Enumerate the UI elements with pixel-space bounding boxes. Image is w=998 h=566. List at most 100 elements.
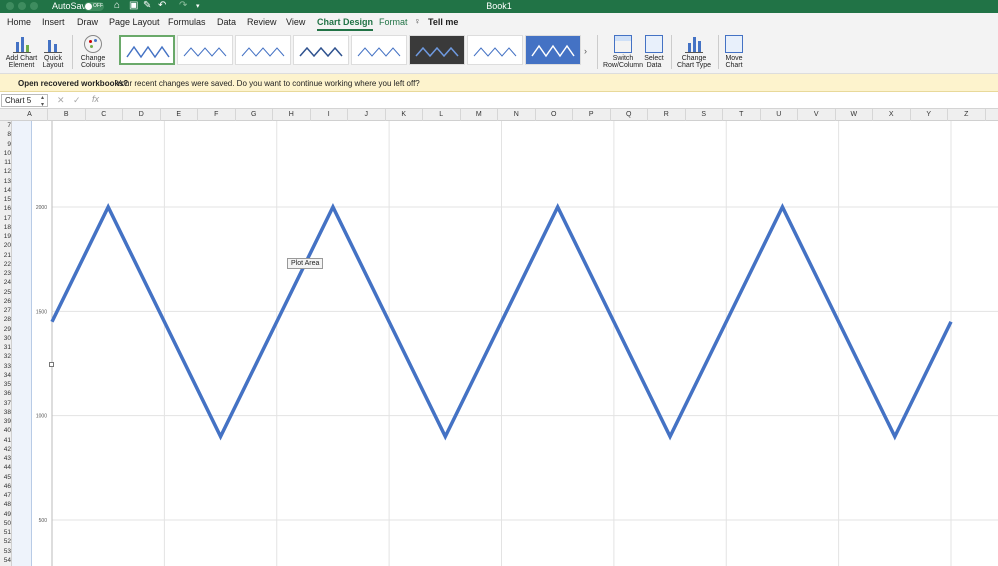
data-point[interactable]	[106, 205, 110, 209]
column-header-g[interactable]: G	[236, 109, 273, 121]
column-header-j[interactable]: J	[348, 109, 386, 121]
chart-style-8[interactable]	[525, 35, 581, 65]
tab-format[interactable]: Format	[379, 17, 408, 27]
row-header-19[interactable]: 19	[0, 232, 12, 241]
column-header-i[interactable]: I	[311, 109, 348, 121]
row-header-54[interactable]: 54	[0, 556, 12, 565]
row-header-12[interactable]: 12	[0, 167, 12, 176]
row-header-32[interactable]: 32	[0, 352, 12, 361]
row-header-31[interactable]: 31	[0, 343, 12, 352]
row-header-41[interactable]: 41	[0, 436, 12, 445]
tab-chart-design[interactable]: Chart Design	[317, 17, 374, 31]
row-header-14[interactable]: 14	[0, 186, 12, 195]
row-header-37[interactable]: 37	[0, 399, 12, 408]
column-header-e[interactable]: E	[161, 109, 198, 121]
cancel-icon[interactable]: ✕	[57, 95, 65, 106]
column-header-b[interactable]: B	[48, 109, 86, 121]
column-header-x[interactable]: X	[873, 109, 911, 121]
name-box-dropdown-icon[interactable]: ▴ ▾	[41, 94, 44, 108]
data-point[interactable]	[780, 205, 784, 209]
data-point[interactable]	[556, 205, 560, 209]
data-point[interactable]	[668, 435, 672, 439]
row-header-22[interactable]: 22	[0, 260, 12, 269]
column-header-a[interactable]: A	[12, 109, 48, 121]
tab-insert[interactable]: Insert	[42, 17, 65, 27]
tab-home[interactable]: Home	[7, 17, 31, 27]
tab-view[interactable]: View	[286, 17, 305, 27]
data-point[interactable]	[331, 205, 335, 209]
add-chart-element-button[interactable]: Add Chart Element	[4, 35, 39, 69]
row-header-21[interactable]: 21	[0, 251, 12, 260]
column-header-n[interactable]: N	[498, 109, 536, 121]
data-point[interactable]	[387, 320, 391, 324]
row-header-39[interactable]: 39	[0, 417, 12, 426]
data-point[interactable]	[837, 320, 841, 324]
column-header-s[interactable]: S	[686, 109, 723, 121]
row-header-50[interactable]: 50	[0, 519, 12, 528]
column-header-z[interactable]: Z	[948, 109, 986, 121]
data-point[interactable]	[50, 320, 54, 324]
row-header-52[interactable]: 52	[0, 537, 12, 546]
change-chart-type-button[interactable]: Change Chart Type	[676, 35, 712, 69]
column-header-k[interactable]: K	[386, 109, 423, 121]
chart-style-5[interactable]	[351, 35, 407, 65]
tab-data[interactable]: Data	[217, 17, 236, 27]
row-header-27[interactable]: 27	[0, 306, 12, 315]
data-point[interactable]	[893, 435, 897, 439]
row-header-43[interactable]: 43	[0, 454, 12, 463]
row-header-38[interactable]: 38	[0, 408, 12, 417]
column-header-t[interactable]: T	[723, 109, 761, 121]
row-header-10[interactable]: 10	[0, 149, 12, 158]
row-header-36[interactable]: 36	[0, 389, 12, 398]
row-header-20[interactable]: 20	[0, 241, 12, 250]
select-data-button[interactable]: Select Data	[643, 35, 665, 69]
row-header-26[interactable]: 26	[0, 297, 12, 306]
row-header-15[interactable]: 15	[0, 195, 12, 204]
column-header-y[interactable]: Y	[911, 109, 948, 121]
chart-style-1[interactable]	[119, 35, 175, 65]
row-header-24[interactable]: 24	[0, 278, 12, 287]
row-header-7[interactable]: 7	[0, 121, 12, 130]
column-header-r[interactable]: R	[648, 109, 686, 121]
row-header-8[interactable]: 8	[0, 130, 12, 139]
chart-style-6[interactable]	[409, 35, 465, 65]
row-header-17[interactable]: 17	[0, 214, 12, 223]
row-header-16[interactable]: 16	[0, 204, 12, 213]
row-header-30[interactable]: 30	[0, 334, 12, 343]
row-header-53[interactable]: 53	[0, 547, 12, 556]
row-header-48[interactable]: 48	[0, 500, 12, 509]
column-header-m[interactable]: M	[461, 109, 498, 121]
row-header-46[interactable]: 46	[0, 482, 12, 491]
data-point[interactable]	[949, 320, 953, 324]
data-point[interactable]	[275, 320, 279, 324]
column-header-q[interactable]: Q	[611, 109, 648, 121]
row-header-13[interactable]: 13	[0, 177, 12, 186]
tab-page-layout[interactable]: Page Layout	[109, 17, 160, 27]
row-header-35[interactable]: 35	[0, 380, 12, 389]
row-header-42[interactable]: 42	[0, 445, 12, 454]
tab-draw[interactable]: Draw	[77, 17, 98, 27]
data-point[interactable]	[612, 320, 616, 324]
change-colours-button[interactable]: Change Colours	[79, 35, 107, 69]
data-point[interactable]	[162, 320, 166, 324]
column-header-l[interactable]: L	[423, 109, 461, 121]
move-chart-button[interactable]: Move Chart	[722, 35, 746, 69]
data-point[interactable]	[500, 320, 504, 324]
column-header-c[interactable]: C	[86, 109, 123, 121]
chart-resize-handle[interactable]	[49, 362, 54, 367]
row-header-23[interactable]: 23	[0, 269, 12, 278]
tab-tell-me[interactable]: Tell me	[428, 17, 458, 27]
chart-style-3[interactable]	[235, 35, 291, 65]
column-header-w[interactable]: W	[836, 109, 873, 121]
row-header-33[interactable]: 33	[0, 362, 12, 371]
row-header-40[interactable]: 40	[0, 426, 12, 435]
data-point[interactable]	[443, 435, 447, 439]
row-header-34[interactable]: 34	[0, 371, 12, 380]
column-header-p[interactable]: P	[573, 109, 611, 121]
row-header-44[interactable]: 44	[0, 463, 12, 472]
column-header-u[interactable]: U	[761, 109, 798, 121]
row-header-29[interactable]: 29	[0, 325, 12, 334]
column-header-v[interactable]: V	[798, 109, 836, 121]
recovery-question[interactable]: Open recovered workbooks?	[18, 79, 128, 88]
row-header-28[interactable]: 28	[0, 315, 12, 324]
